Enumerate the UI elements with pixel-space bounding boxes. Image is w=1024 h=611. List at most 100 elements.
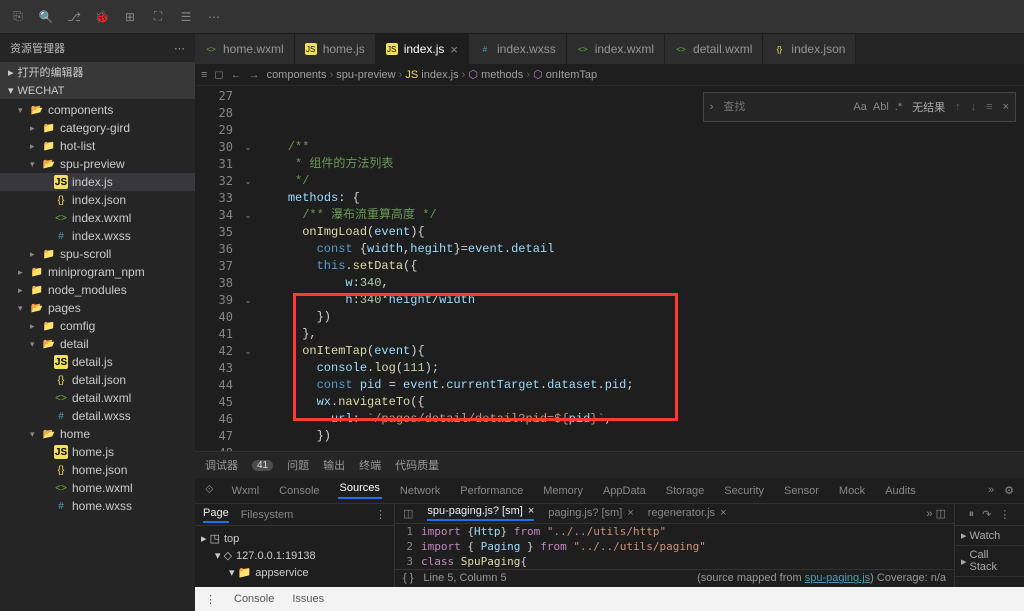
editor-tab[interactable]: JShome.js [295,34,376,64]
tree-item[interactable]: ▸📁node_modules [0,281,195,299]
tree-item[interactable]: ▾📂spu-preview [0,155,195,173]
source-tree-item[interactable]: ▾ ◇127.0.0.1:19138 [201,547,388,564]
braces-icon[interactable]: { } [403,572,413,584]
breadcrumb-item[interactable]: ⬡ onItemTap [533,69,597,81]
devtools-tab[interactable]: Network [398,485,442,497]
more-icon[interactable]: » ◫ [926,507,946,520]
search-icon[interactable]: 🔍 [34,5,58,29]
drawer-toggle-icon[interactable]: ⋮ [205,593,216,606]
more-icon[interactable]: ⋮ [375,508,386,521]
close-icon[interactable]: × [720,507,726,519]
breadcrumb-item[interactable]: components [267,69,327,81]
tree-item[interactable]: #detail.wxss [0,407,195,425]
open-editors-header[interactable]: ▸ 打开的编辑器 [0,62,195,82]
debug-section[interactable]: ▸Watch [955,526,1024,546]
close-icon[interactable]: × [528,505,534,517]
tree-item[interactable]: #index.wxss [0,227,195,245]
devtools-tab[interactable]: Performance [458,485,525,497]
list-icon[interactable]: ≡ [201,69,207,81]
editor-tab[interactable]: <>detail.wxml [665,34,763,64]
tree-item[interactable]: ▾📂pages [0,299,195,317]
source-file-tab[interactable]: spu-paging.js? [sm] × [427,505,534,521]
source-file-tab[interactable]: paging.js? [sm] × [548,507,633,519]
sidebar-toggle-icon[interactable]: ◫ [403,507,413,520]
tree-item[interactable]: ▾📂home [0,425,195,443]
extensions-icon[interactable]: ⊞ [118,5,142,29]
tree-item[interactable]: ▸📁spu-scroll [0,245,195,263]
code-editor[interactable]: 2728293031323334353637383940414243444546… [195,86,1024,451]
inspect-icon[interactable]: ⟐ [205,484,214,497]
debug-icon[interactable]: 🐞 [90,5,114,29]
devtools-tab[interactable]: Sources [338,482,382,499]
explorer-more-icon[interactable]: ⋯ [174,42,185,55]
util3-icon[interactable]: ⋯ [202,5,226,29]
panel-tab[interactable]: 代码质量 [395,457,439,473]
source-file-tab[interactable]: regenerator.js × [648,507,727,519]
editor-tab[interactable]: <>index.wxml [567,34,665,64]
step-over-icon[interactable]: ↷ [982,508,991,521]
devtools-tab[interactable]: Storage [664,485,707,497]
close-icon[interactable]: × [450,42,458,57]
devtools-tab[interactable]: Wxml [230,485,262,497]
devtools-tab[interactable]: Sensor [782,485,821,497]
devtools-tab[interactable]: Console [277,485,321,497]
devtools-tab[interactable]: Security [722,485,766,497]
pause-icon[interactable]: ⏸ [969,508,975,521]
tree-item[interactable]: <>index.wxml [0,209,195,227]
files-icon[interactable]: ⎘ [6,5,30,29]
devtools-tab[interactable]: Mock [837,485,867,497]
tree-item[interactable]: ▸📁hot-list [0,137,195,155]
chevron-right-icon: ▸ [961,555,967,568]
git-icon[interactable]: ⎇ [62,5,86,29]
settings-icon[interactable]: ⚙ [1004,484,1014,497]
tree-item[interactable]: JSdetail.js [0,353,195,371]
debug-section[interactable]: ▸Call Stack [955,546,1024,577]
tree-item[interactable]: ▾📂components [0,101,195,119]
tree-item[interactable]: {}index.json [0,191,195,209]
forward-icon[interactable]: → [249,69,260,81]
devtools-tab[interactable]: AppData [601,485,648,497]
more-icon[interactable]: ⋮ [999,508,1010,521]
folder-icon: 📁 [42,139,56,153]
editor-tab[interactable]: JSindex.js× [376,34,469,64]
wxml-icon: <> [54,391,68,405]
tree-item[interactable]: ▸📁miniprogram_npm [0,263,195,281]
tree-item[interactable]: <>detail.wxml [0,389,195,407]
close-icon[interactable]: × [627,507,633,519]
panel-tab[interactable]: 调试器 [205,457,238,473]
breadcrumb-item[interactable]: spu-preview [336,69,395,81]
tree-item[interactable]: ▸📁comfig [0,317,195,335]
tree-item[interactable]: ▸📁category-gird [0,119,195,137]
editor-tab[interactable]: <>home.wxml [195,34,295,64]
devtools-tab[interactable]: Audits [883,485,918,497]
devtools-tab[interactable]: Memory [541,485,585,497]
util1-icon[interactable]: ⛶ [146,5,170,29]
source-code-view[interactable]: import {Http} from "../../utils/http"imp… [417,524,954,569]
tree-item[interactable]: <>home.wxml [0,479,195,497]
tree-item[interactable]: JSindex.js [0,173,195,191]
source-map-link[interactable]: spu-paging.js [805,572,870,584]
breadcrumb-item[interactable]: JS index.js [405,69,458,81]
tree-item[interactable]: #home.wxss [0,497,195,515]
panel-tab[interactable]: 问题 [287,457,309,473]
util2-icon[interactable]: ☰ [174,5,198,29]
filesystem-tab[interactable]: Filesystem [241,509,294,521]
tree-item[interactable]: JShome.js [0,443,195,461]
issues-tab[interactable]: Issues [292,593,324,605]
source-tree-item[interactable]: ▸ ◳top [201,530,388,547]
tree-item[interactable]: {}home.json [0,461,195,479]
panel-tab[interactable]: 终端 [359,457,381,473]
source-tree-item[interactable]: ▾ 📁appservice [201,564,388,581]
breadcrumb-item[interactable]: ⬡ methods [468,69,523,81]
back-icon[interactable]: ← [231,69,242,81]
editor-tab[interactable]: {}index.json [763,34,856,64]
project-header[interactable]: ▾ WECHAT [0,82,195,99]
tree-item[interactable]: ▾📂detail [0,335,195,353]
editor-tab[interactable]: #index.wxss [469,34,567,64]
tree-item[interactable]: {}detail.json [0,371,195,389]
page-tab[interactable]: Page [203,507,229,523]
panel-tab[interactable]: 输出 [323,457,345,473]
console-tab[interactable]: Console [234,593,274,605]
bookmark-icon[interactable]: ◻ [214,68,223,81]
more-icon[interactable]: » [988,484,994,497]
